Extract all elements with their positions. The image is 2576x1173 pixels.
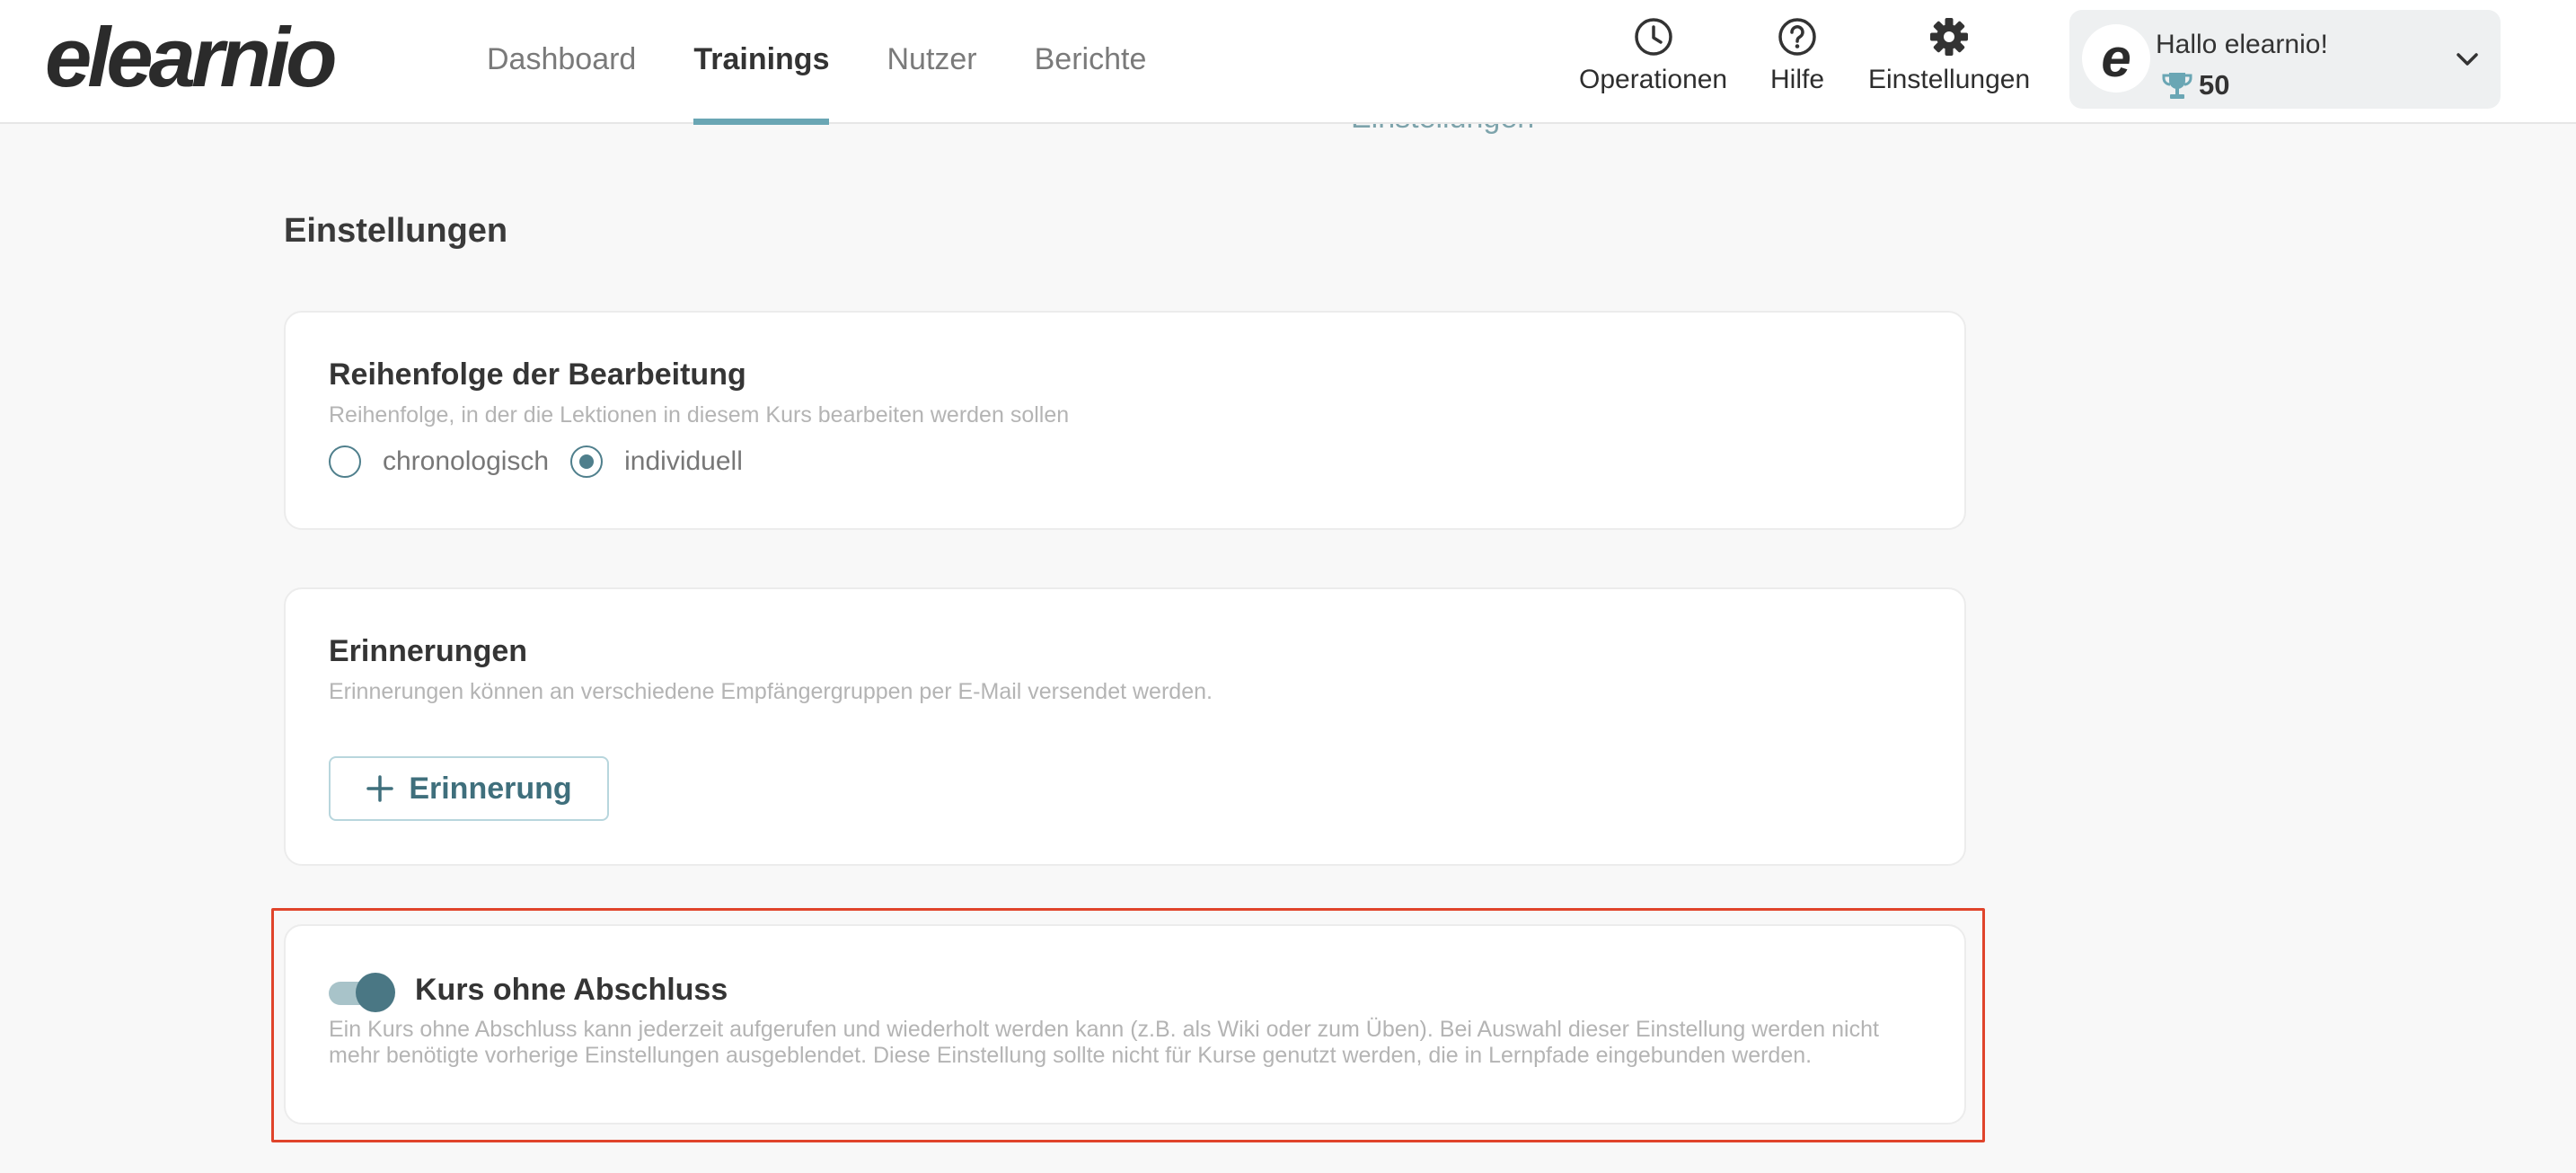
radio-individuell[interactable] <box>570 445 604 478</box>
plus-icon <box>366 775 394 802</box>
help-nav-item[interactable]: Hilfe <box>1770 16 1824 95</box>
toggle-knob <box>356 973 395 1012</box>
no-completion-toggle[interactable] <box>329 973 397 1012</box>
help-label: Hilfe <box>1770 65 1825 94</box>
help-circle-icon <box>1778 18 1816 56</box>
chevron-down-icon[interactable] <box>2454 46 2481 73</box>
no-completion-description-line2: mehr benötigte vorherige Einstellungen a… <box>329 1043 1813 1068</box>
app-logo[interactable]: elearnio <box>45 13 337 102</box>
reminder-settings-card: Erinnerungen Erinnerungen können an vers… <box>284 587 1966 866</box>
gear-icon <box>1930 18 1969 56</box>
user-menu[interactable]: e Hallo elearnio! 50 <box>2069 10 2501 109</box>
tab-dashboard[interactable]: Dashboard <box>487 0 636 124</box>
clock-icon <box>1634 18 1672 56</box>
user-points: 50 <box>2159 67 2229 103</box>
radio-individuell-label[interactable]: individuell <box>624 446 743 477</box>
no-completion-title: Kurs ohne Abschluss <box>415 973 728 1007</box>
no-completion-description-line1: Ein Kurs ohne Abschluss kann jederzeit a… <box>329 1017 1879 1042</box>
order-card-title: Reihenfolge der Bearbeitung <box>329 357 746 392</box>
add-reminder-button[interactable]: Erinnerung <box>329 756 609 821</box>
top-navigation-bar: elearnio Dashboard Trainings Nutzer Beri… <box>0 0 2576 125</box>
radio-chronologisch[interactable] <box>329 445 361 478</box>
no-completion-card: Kurs ohne Abschluss Ein Kurs ohne Abschl… <box>284 924 1966 1124</box>
tab-nutzer[interactable]: Nutzer <box>887 0 976 124</box>
order-radio-group: chronologisch individuell <box>329 445 764 478</box>
page-section-title: Einstellungen <box>284 212 508 250</box>
order-settings-card: Reihenfolge der Bearbeitung Reihenfolge,… <box>284 311 1966 530</box>
avatar: e <box>2082 24 2150 93</box>
add-reminder-label: Erinnerung <box>409 771 572 806</box>
operations-nav-item[interactable]: Operationen <box>1579 16 1727 95</box>
settings-nav-item[interactable]: Einstellungen <box>1868 16 2030 95</box>
trophy-icon <box>2162 73 2192 99</box>
operations-label: Operationen <box>1579 65 1728 94</box>
reminder-card-description: Erinnerungen können an verschiedene Empf… <box>329 679 1213 704</box>
user-greeting: Hallo elearnio! <box>2156 30 2328 59</box>
main-nav: Dashboard Trainings Nutzer Berichte <box>487 0 1204 125</box>
tab-trainings[interactable]: Trainings <box>693 0 830 125</box>
reminder-card-title: Erinnerungen <box>329 634 528 668</box>
radio-chronologisch-label[interactable]: chronologisch <box>383 446 549 477</box>
points-value: 50 <box>2199 69 2230 101</box>
settings-label: Einstellungen <box>1868 65 2031 94</box>
tab-berichte[interactable]: Berichte <box>1035 0 1147 124</box>
order-card-description: Reihenfolge, in der die Lektionen in die… <box>329 402 1070 428</box>
